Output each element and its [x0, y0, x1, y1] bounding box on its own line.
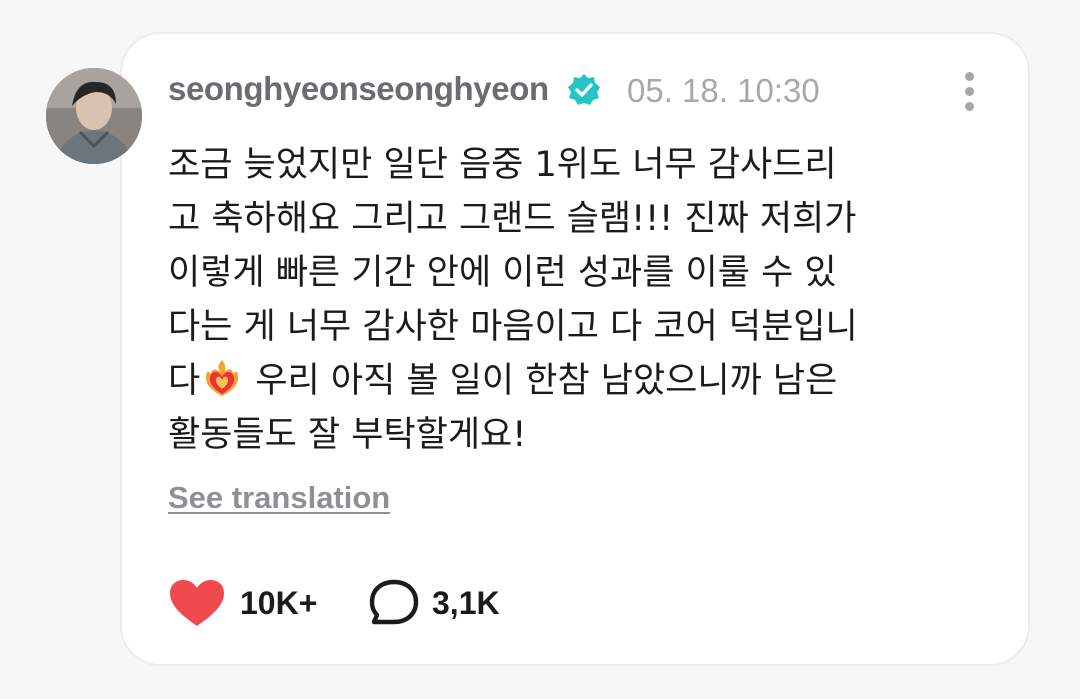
heart-on-fire-emoji	[206, 360, 239, 396]
comment-line: 다 우리 아직 볼 일이 한참 남았으니까 남은	[168, 354, 988, 408]
comment-line: 조금 늦었지만 일단 음중 1위도 너무 감사드리	[168, 145, 837, 185]
comment-line-rest: 우리 아직 볼 일이 한참 남았으니까 남은	[255, 361, 838, 401]
vertical-dots-icon[interactable]	[954, 70, 986, 114]
reply-count: 3,1K	[432, 584, 500, 621]
like-button[interactable]: 10K+	[168, 578, 317, 628]
heart-icon	[170, 580, 224, 626]
comment-line: 고 축하해요 그리고 그랜드 슬램!!! 진짜 저희가	[168, 199, 857, 239]
username[interactable]: seonghyeonseonghyeon	[168, 70, 549, 108]
verified-badge-icon	[568, 74, 600, 105]
speech-bubble-icon	[369, 579, 419, 625]
avatar[interactable]	[46, 68, 142, 164]
comment-line: 다는 게 너무 감사한 마음이고 다 코어 덕분입니	[168, 307, 858, 347]
timestamp: 05. 18. 10:30	[627, 72, 820, 109]
comment-line-prefix: 다	[168, 361, 201, 401]
comment-line: 이렇게 빠른 기간 안에 이런 성과를 이룰 수 있	[168, 253, 837, 293]
comment-line: 활동들도 잘 부탁할게요!	[168, 415, 527, 455]
like-count: 10K+	[240, 584, 318, 621]
comment-text: 조금 늦었지만 일단 음중 1위도 너무 감사드리 고 축하해요 그리고 그랜드…	[168, 138, 988, 462]
reply-button[interactable]: 3,1K	[368, 578, 500, 628]
see-translation-link[interactable]: See translation	[168, 480, 390, 516]
